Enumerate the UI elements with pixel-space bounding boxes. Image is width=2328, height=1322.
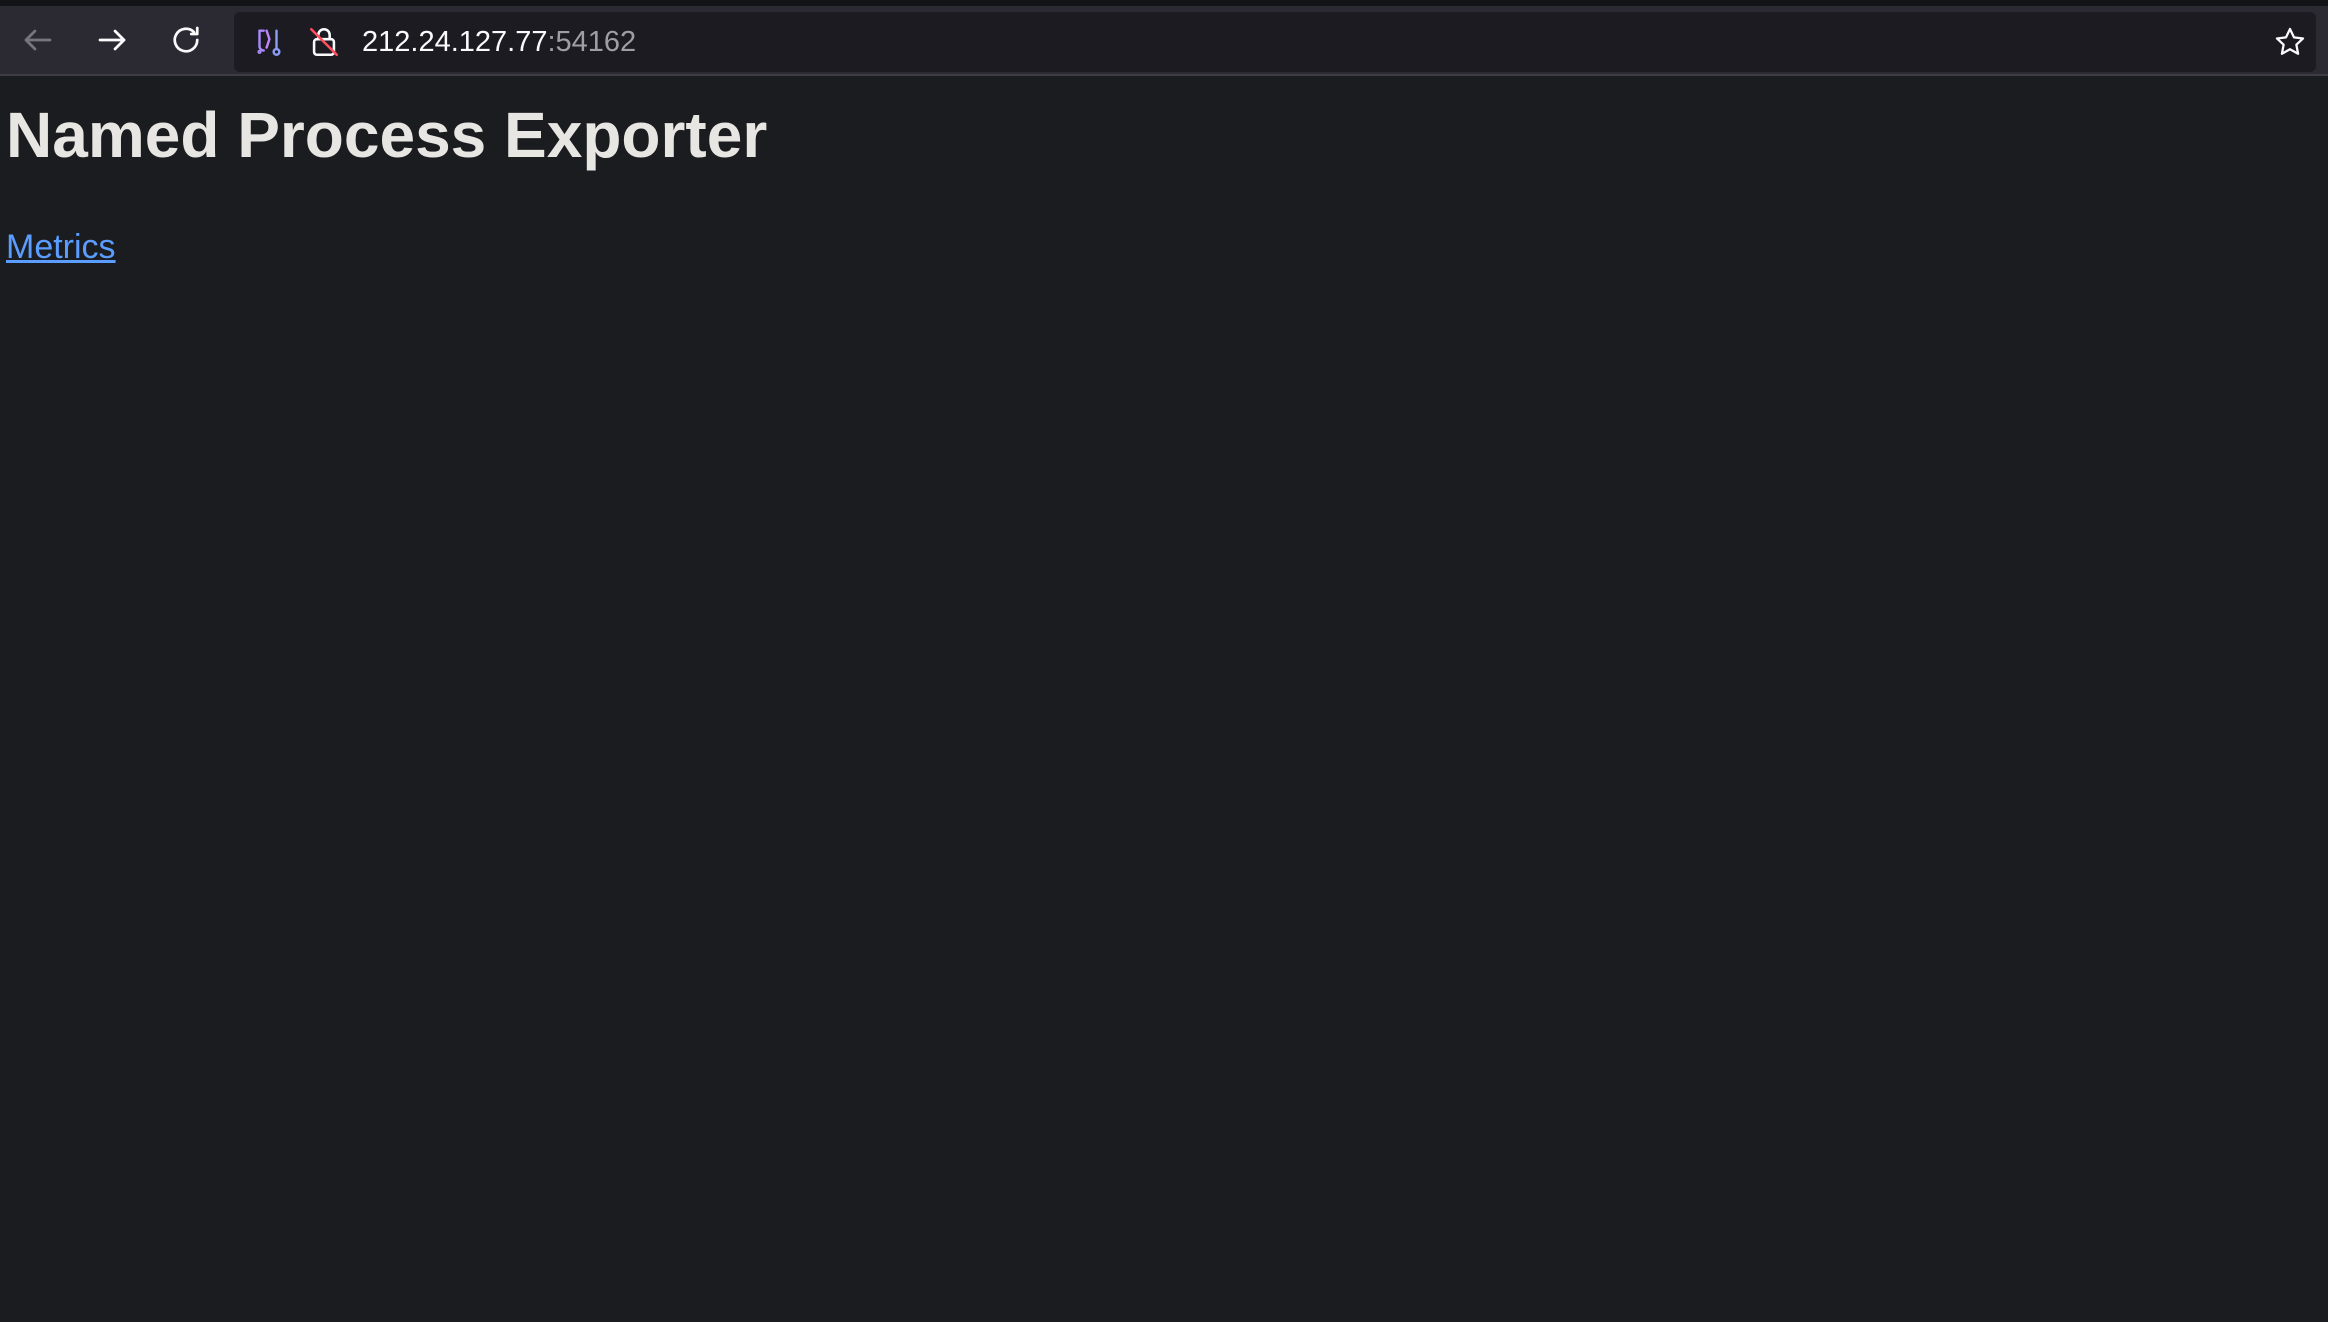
- arrow-right-icon: [98, 29, 126, 51]
- bookmark-star-icon[interactable]: [2272, 24, 2308, 60]
- metrics-link[interactable]: Metrics: [6, 228, 116, 267]
- url-host: 212.24.127.77: [362, 26, 548, 58]
- page-title: Named Process Exporter: [6, 99, 768, 171]
- page-content: Named Process Exporter Metrics: [0, 76, 2328, 1322]
- insecure-connection-icon[interactable]: [306, 24, 342, 60]
- back-button[interactable]: [12, 14, 64, 66]
- arrow-left-icon: [24, 29, 52, 51]
- browser-toolbar: 212.24.127.77:54162: [0, 6, 2328, 74]
- address-bar[interactable]: 212.24.127.77:54162: [234, 12, 2316, 72]
- url-port: :54162: [547, 26, 637, 58]
- forward-button[interactable]: [86, 14, 138, 66]
- url-text[interactable]: 212.24.127.77:54162: [362, 12, 636, 72]
- reload-icon: [173, 26, 199, 53]
- tracking-protection-icon[interactable]: [250, 24, 286, 60]
- reload-button[interactable]: [160, 14, 212, 66]
